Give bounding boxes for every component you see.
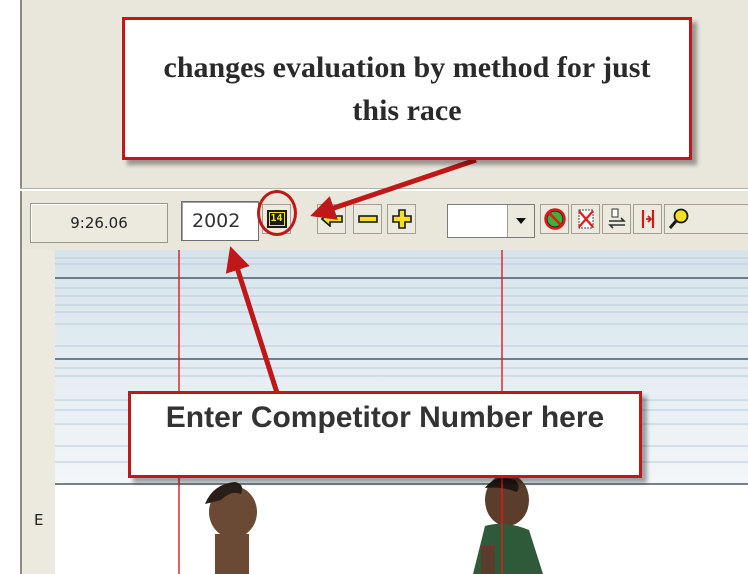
callout-eval-method-text: changes evaluation by method for just th… — [163, 51, 651, 127]
no-entry-icon — [543, 208, 566, 230]
minus-icon — [357, 215, 378, 223]
zoom-in-button[interactable] — [387, 204, 416, 234]
callout-competitor-number: Enter Competitor Number here — [128, 391, 642, 478]
swap-button[interactable] — [602, 204, 631, 234]
time-display: 9:26.06 — [30, 203, 168, 243]
split-icon — [641, 210, 654, 228]
competitor-number-input[interactable] — [181, 201, 259, 241]
callout-competitor-number-text: Enter Competitor Number here — [165, 401, 605, 434]
delete-mark-icon — [577, 209, 594, 229]
arrow-left-icon — [320, 211, 343, 227]
evaluation-select[interactable] — [447, 204, 535, 238]
callout-eval-method: changes evaluation by method for just th… — [122, 17, 692, 160]
swap-icon — [607, 208, 626, 229]
delete-mark-button[interactable] — [571, 204, 600, 234]
lane-label: E — [34, 511, 44, 529]
zoom-icon — [668, 208, 689, 229]
chevron-down-icon[interactable] — [507, 205, 534, 237]
no-entry-button[interactable] — [540, 204, 569, 234]
previous-button[interactable] — [317, 204, 346, 234]
toolbar-separator — [20, 188, 748, 191]
plus-icon — [391, 209, 412, 229]
zoom-out-button[interactable] — [353, 204, 382, 234]
eval-button-highlight-circle — [257, 190, 297, 236]
split-button[interactable] — [633, 204, 662, 234]
zoom-button[interactable] — [664, 204, 748, 234]
